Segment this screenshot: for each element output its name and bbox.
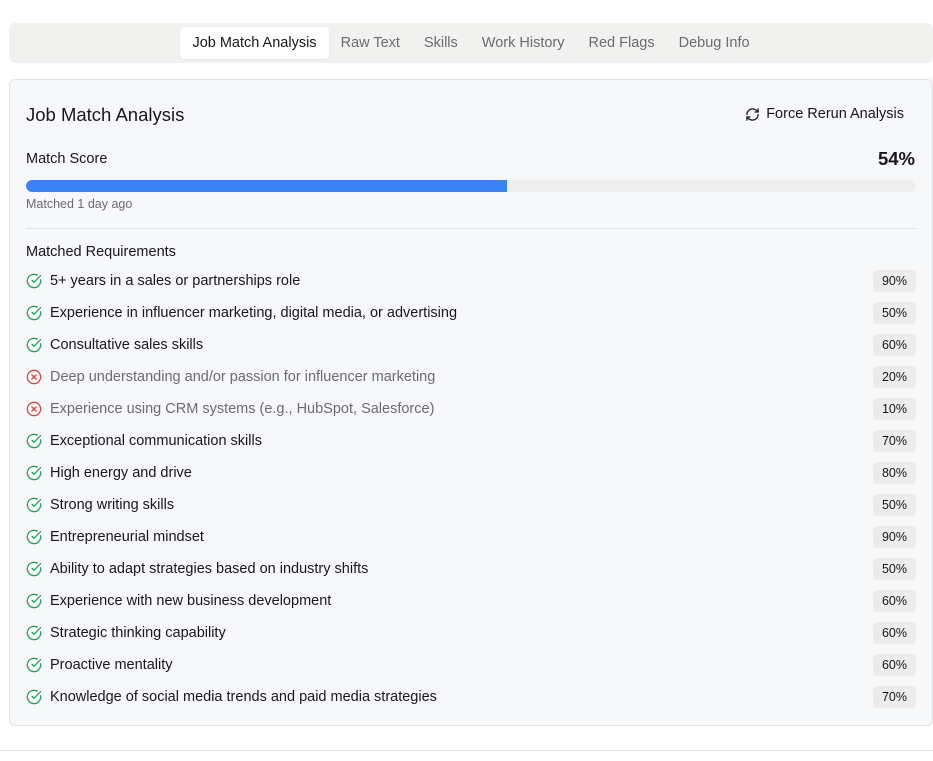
requirement-text: Consultative sales skills [50,337,204,353]
requirement-text: Deep understanding and/or passion for in… [50,369,436,385]
requirement-score-badge: 20% [873,366,916,388]
refresh-icon [745,107,760,122]
requirement-score-badge: 10% [873,398,916,420]
requirement-row: Experience using CRM systems (e.g., HubS… [26,393,916,425]
requirement-score-badge: 60% [873,622,916,644]
requirements-list: 5+ years in a sales or partnerships role… [26,265,916,713]
card-title: Job Match Analysis [26,104,185,125]
requirement-text: Knowledge of social media trends and pai… [50,689,437,705]
check-circle-icon [26,465,42,481]
bottom-divider [0,750,933,751]
match-score-progress [26,180,916,192]
requirement-row: Experience in influencer marketing, digi… [26,297,916,329]
requirement-text: Entrepreneurial mindset [50,529,204,545]
requirement-row: Proactive mentality 60% [26,649,916,681]
match-score-progress-fill [26,180,507,192]
match-score-label: Match Score [26,151,108,167]
requirement-score-badge: 80% [873,462,916,484]
requirement-text: Experience with new business development [50,593,332,609]
requirement-text: Strong writing skills [50,497,175,513]
requirement-row: Deep understanding and/or passion for in… [26,361,916,393]
tab-work-history[interactable]: Work History [470,27,577,59]
requirement-row: Consultative sales skills 60% [26,329,916,361]
requirement-score-badge: 60% [873,334,916,356]
requirement-text: Strategic thinking capability [50,625,226,641]
force-rerun-button[interactable]: Force Rerun Analysis [737,100,912,128]
requirement-row: Entrepreneurial mindset 90% [26,521,916,553]
check-circle-icon [26,689,42,705]
matched-time: Matched 1 day ago [26,197,133,211]
requirement-row: Strategic thinking capability 60% [26,617,916,649]
requirement-text: Experience in influencer marketing, digi… [50,305,458,321]
requirement-score-badge: 50% [873,302,916,324]
check-circle-icon [26,497,42,513]
check-circle-icon [26,625,42,641]
tab-red-flags[interactable]: Red Flags [577,27,667,59]
requirement-text: Experience using CRM systems (e.g., HubS… [50,401,435,417]
matched-requirements-heading: Matched Requirements [26,244,176,260]
tab-job-match-analysis[interactable]: Job Match Analysis [180,27,329,59]
check-circle-icon [26,305,42,321]
requirement-row: Experience with new business development… [26,585,916,617]
divider [26,228,916,229]
requirement-row: Knowledge of social media trends and pai… [26,681,916,713]
requirement-score-badge: 60% [873,590,916,612]
tab-raw-text[interactable]: Raw Text [329,27,412,59]
requirement-score-badge: 90% [873,526,916,548]
tab-debug-info[interactable]: Debug Info [667,27,762,59]
tab-skills[interactable]: Skills [412,27,470,59]
force-rerun-label: Force Rerun Analysis [766,106,904,122]
requirement-row: Strong writing skills 50% [26,489,916,521]
requirement-score-badge: 50% [873,494,916,516]
requirement-row: Ability to adapt strategies based on ind… [26,553,916,585]
requirement-text: Exceptional communication skills [50,433,262,449]
requirement-score-badge: 70% [873,686,916,708]
match-score-value: 54% [877,148,915,169]
check-circle-icon [26,337,42,353]
requirement-score-badge: 90% [873,270,916,292]
requirement-text: Ability to adapt strategies based on ind… [50,561,369,577]
tab-bar: Job Match Analysis Raw Text Skills Work … [9,23,933,63]
check-circle-icon [26,561,42,577]
check-circle-icon [26,529,42,545]
requirement-text: 5+ years in a sales or partnerships role [50,273,301,289]
requirement-text: Proactive mentality [50,657,173,673]
x-circle-icon [26,401,42,417]
x-circle-icon [26,369,42,385]
requirement-score-badge: 60% [873,654,916,676]
check-circle-icon [26,657,42,673]
requirement-text: High energy and drive [50,465,192,481]
requirement-row: Exceptional communication skills 70% [26,425,916,457]
job-match-card: Job Match Analysis Force Rerun Analysis … [9,79,933,726]
requirement-row: High energy and drive 80% [26,457,916,489]
requirement-score-badge: 70% [873,430,916,452]
requirement-score-badge: 50% [873,558,916,580]
check-circle-icon [26,273,42,289]
check-circle-icon [26,593,42,609]
requirement-row: 5+ years in a sales or partnerships role… [26,265,916,297]
check-circle-icon [26,433,42,449]
